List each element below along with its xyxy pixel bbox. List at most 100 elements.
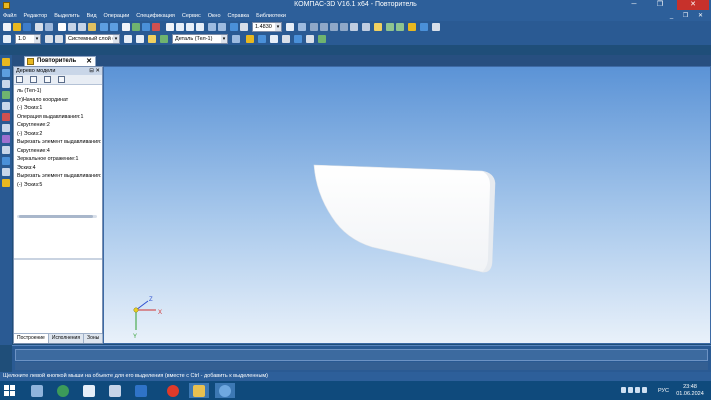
- orientation-icon[interactable]: [230, 23, 238, 31]
- scale-field[interactable]: 1.0 ▾: [15, 34, 41, 44]
- tree-node-sketch-2[interactable]: (-) Эскиз:2: [14, 130, 102, 139]
- menu-select[interactable]: Выделить: [54, 13, 79, 19]
- menu-libraries[interactable]: Библиотеки: [256, 13, 286, 19]
- arrays-icon[interactable]: [2, 102, 10, 110]
- surfaces-icon[interactable]: [2, 91, 10, 99]
- close-button[interactable]: ✕: [677, 0, 709, 10]
- measurements-icon[interactable]: [2, 124, 10, 132]
- light-icon[interactable]: [374, 23, 382, 31]
- thin-lines-icon[interactable]: [330, 23, 338, 31]
- paste-icon[interactable]: [88, 23, 96, 31]
- new-document-icon[interactable]: [3, 23, 11, 31]
- document-window-controls[interactable]: _ ❐ ✕: [670, 12, 707, 19]
- tab-versions[interactable]: Исполнения: [49, 334, 85, 343]
- panel-splitter[interactable]: [14, 258, 102, 260]
- taskbar-app-3[interactable]: [79, 383, 99, 398]
- pan-icon[interactable]: [208, 23, 216, 31]
- tree-node-sketch-1[interactable]: (-) Эскиз:1: [14, 104, 102, 113]
- clock[interactable]: 23:48 01.06.2024: [673, 384, 707, 398]
- perspective-icon[interactable]: [350, 23, 358, 31]
- section-icon[interactable]: [362, 23, 370, 31]
- taskbar-app-5[interactable]: [131, 383, 151, 398]
- preview-icon[interactable]: [45, 23, 53, 31]
- sheet-metal-icon[interactable]: [2, 113, 10, 121]
- save-icon[interactable]: [23, 23, 31, 31]
- reports-icon[interactable]: [2, 157, 10, 165]
- open-folder-icon[interactable]: [13, 23, 21, 31]
- chevron-down-icon[interactable]: ▾: [275, 23, 281, 31]
- menu-window[interactable]: Окно: [208, 13, 221, 19]
- redo-icon[interactable]: [110, 23, 118, 31]
- panel-buttons[interactable]: ⊟ ✕: [89, 67, 100, 75]
- model-viewport[interactable]: X Y Z: [103, 66, 711, 344]
- rotate-icon[interactable]: [218, 23, 226, 31]
- zoom-fit-icon[interactable]: [196, 23, 204, 31]
- language-indicator[interactable]: РУС: [658, 388, 669, 394]
- tab-construction[interactable]: Построение: [14, 334, 49, 343]
- snap-icon[interactable]: [148, 35, 156, 43]
- mass-properties-icon[interactable]: [396, 23, 404, 31]
- tree-list-icon[interactable]: [44, 76, 51, 83]
- properties-icon[interactable]: [122, 23, 130, 31]
- tree-view-icon[interactable]: [16, 76, 23, 83]
- macro-icon[interactable]: [408, 23, 416, 31]
- sketch-icon[interactable]: [246, 35, 254, 43]
- color-icon[interactable]: [294, 35, 302, 43]
- part-select[interactable]: Деталь (Тел-1) ▾: [172, 34, 228, 44]
- taskbar-app-4[interactable]: [105, 383, 125, 398]
- library-manager-icon[interactable]: [142, 23, 150, 31]
- tray-icons[interactable]: [621, 387, 655, 395]
- measure-icon[interactable]: [386, 23, 394, 31]
- sketch-tools-icon[interactable]: [2, 80, 10, 88]
- undo-icon[interactable]: [100, 23, 108, 31]
- close-tab-icon[interactable]: ✕: [86, 57, 92, 66]
- tree-node-sketch-4[interactable]: Эскиз:4: [14, 164, 102, 173]
- settings-icon[interactable]: [432, 23, 440, 31]
- chevron-down-icon[interactable]: ▾: [221, 35, 227, 43]
- menu-service[interactable]: Сервис: [182, 13, 201, 19]
- menu-file[interactable]: Файл: [3, 13, 17, 19]
- tree-horizontal-scrollbar[interactable]: [17, 215, 97, 218]
- filters-icon[interactable]: [2, 135, 10, 143]
- tree-node-part[interactable]: ль (Тел-1): [14, 87, 102, 96]
- menu-editor[interactable]: Редактор: [24, 13, 48, 19]
- tab-zones[interactable]: Зоны: [84, 334, 104, 343]
- tree-node-sketch-5[interactable]: (-) Эскиз:5: [14, 181, 102, 190]
- auxiliary-geometry-icon[interactable]: [2, 69, 10, 77]
- scrollbar-thumb[interactable]: [19, 215, 93, 218]
- apply-icon[interactable]: [318, 35, 326, 43]
- edit-operations-icon[interactable]: [2, 58, 10, 66]
- help-icon[interactable]: [152, 23, 160, 31]
- layer-settings-icon[interactable]: [55, 35, 63, 43]
- manager-icon[interactable]: [420, 23, 428, 31]
- copy-icon[interactable]: [78, 23, 86, 31]
- part-icon[interactable]: [160, 35, 168, 43]
- refresh-icon[interactable]: [286, 23, 294, 31]
- cursor-icon[interactable]: [58, 23, 66, 31]
- menu-view[interactable]: Вид: [87, 13, 97, 19]
- wireframe-icon[interactable]: [310, 23, 318, 31]
- rebuild-icon[interactable]: [258, 35, 266, 43]
- menu-help[interactable]: Справка: [228, 13, 250, 19]
- properties-toolbar-area[interactable]: [15, 349, 708, 361]
- start-button[interactable]: [4, 385, 16, 397]
- taskbar-explorer-app[interactable]: [27, 383, 47, 398]
- specification-icon[interactable]: [2, 146, 10, 154]
- cut-icon[interactable]: [68, 23, 76, 31]
- hidden-lines-icon[interactable]: [320, 23, 328, 31]
- local-cs-icon[interactable]: [124, 35, 132, 43]
- zoom-out-icon[interactable]: [186, 23, 194, 31]
- taskbar-yandex-app[interactable]: [163, 383, 183, 398]
- taskbar-kompas-app[interactable]: [215, 383, 235, 398]
- zoom-in-icon[interactable]: [176, 23, 184, 31]
- variables-icon[interactable]: [132, 23, 140, 31]
- tree-node-origin[interactable]: (т)Начало координат: [14, 96, 102, 105]
- tree-node-extrusion-1[interactable]: Операция выдавливания:1: [14, 113, 102, 122]
- part-model-shape[interactable]: [313, 164, 496, 273]
- maximize-button[interactable]: ❐: [648, 0, 672, 10]
- chevron-down-icon[interactable]: ▾: [113, 35, 119, 43]
- tree-node-mirror-1[interactable]: Зеркальное отражение:1: [14, 155, 102, 164]
- filter-icon[interactable]: [270, 35, 278, 43]
- dimensions-icon[interactable]: [2, 168, 10, 176]
- tree-node-cut-extrude-2[interactable]: Вырезать элемент выдавливания:: [14, 172, 102, 181]
